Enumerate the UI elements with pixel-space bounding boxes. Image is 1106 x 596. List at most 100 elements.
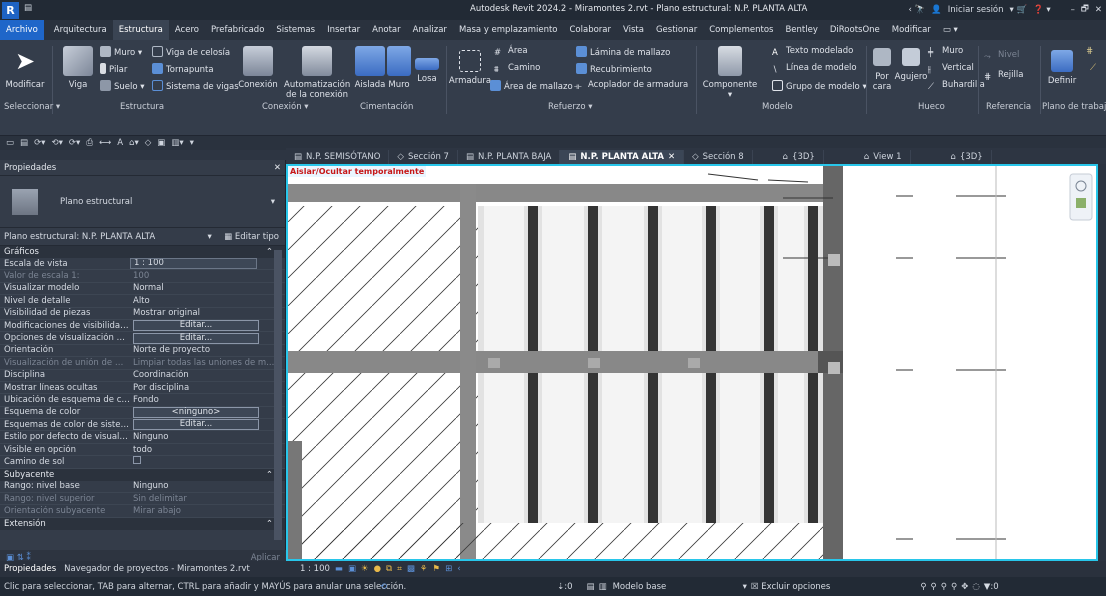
property-row[interactable]: Modificaciones de visibilidad... Editar..… [0,320,285,333]
model-selector[interactable]: Modelo base [613,582,743,592]
visual-style-icon[interactable]: ▣ [348,564,356,574]
3d-view-icon[interactable]: ⌂▾ [129,138,139,148]
main-model-icon[interactable]: ▥ [599,582,607,592]
property-value[interactable]: Normal [130,283,285,293]
property-row[interactable]: Escala de vista 1 : 100 [0,258,285,271]
open-icon[interactable]: ▭ [6,138,14,148]
properties-scrollbar[interactable] [274,250,282,540]
tab-arquitectura[interactable]: Arquitectura [48,20,113,40]
view-tab-planta-alta[interactable]: ▤ N.P. PLANTA ALTA ✕ [560,150,685,164]
shadows-icon[interactable]: ● [374,564,381,574]
viga-button[interactable]: Viga [58,46,98,90]
temporary-hide-icon[interactable]: ⚘ [420,564,428,574]
conexion-button[interactable]: Conexión [230,46,286,90]
property-value[interactable]: Ninguno [130,481,285,491]
reveal-hidden-icon[interactable]: ⚑ [433,564,441,574]
tornapunta-button[interactable]: Tornapunta [152,63,214,75]
help-icon[interactable]: ❓ ▾ [1033,5,1051,15]
muro-button[interactable]: Muro ▾ [100,46,142,58]
constraints-icon[interactable]: ‹ [457,564,460,574]
property-value[interactable]: Editar... [130,320,285,332]
sistema-vigas-button[interactable]: Sistema de vigas [152,80,239,92]
category-graficos[interactable]: Gráficos ⌃ [0,246,285,258]
background-process-icon[interactable]: ◌ [972,582,979,592]
signin-link[interactable]: Iniciar sesión [948,5,1004,15]
select-pinned-icon[interactable]: ⚲ [941,582,947,592]
close-icon[interactable]: ✕ [668,152,675,162]
instance-filter[interactable]: Plano estructural: N.P. PLANTA ALTA [4,232,155,242]
sync-icon[interactable]: ⟳▾ [34,138,45,148]
pilar-button[interactable]: Pilar [100,63,127,75]
tab-estructura[interactable]: Estructura [112,20,169,40]
text-icon[interactable]: A [117,138,123,148]
detail-level-icon[interactable]: ▬ [335,564,343,574]
measure-icon[interactable]: ⟷ [99,138,111,148]
sun-path-icon[interactable]: ☀ [361,564,369,574]
property-value[interactable]: Coordinación [130,370,285,380]
view-scale[interactable]: 1 : 100 [300,564,330,574]
losa-button[interactable]: Losa [412,46,442,84]
tab-sistemas[interactable]: Sistemas [270,20,321,40]
property-row[interactable]: Ubicación de esquema de col... Fondo [0,394,285,407]
category-subyacente[interactable]: Subyacente ⌃ [0,468,285,481]
tab-anotar[interactable]: Anotar [366,20,406,40]
view-tab-semisotano[interactable]: ▤ N.P. SEMISÓTANO [286,150,390,164]
modificar-button[interactable]: ➤ Modificar [4,46,46,90]
rejilla-button[interactable]: ⋕ Rejilla [984,70,1023,83]
buhardilla-button[interactable]: ⟋ Buhardilla [928,80,985,93]
property-row[interactable]: Orientación Norte de proyecto [0,345,285,358]
customize-icon[interactable]: ▾ [190,138,194,148]
property-value[interactable]: 1 : 100 [130,258,257,270]
property-row[interactable]: Opciones de visualización de ... Editar..… [0,332,285,345]
instance-filter-chevron-icon[interactable]: ▾ [207,232,211,242]
tab-gestionar[interactable]: Gestionar [650,20,703,40]
editable-only-icon[interactable]: ⇣ [557,582,564,592]
unlock-3d-icon[interactable]: ▩ [407,564,415,574]
group-refuerzo[interactable]: Refuerzo ▾ [548,102,593,114]
analytical-model-icon[interactable]: ⊞ [445,564,452,574]
property-value[interactable]: Ninguno [130,432,285,442]
category-extension[interactable]: Extensión ⌃ [0,517,285,530]
texto-modelado-button[interactable]: A Texto modelado [772,46,853,59]
linea-modelo-button[interactable]: ∖ Línea de modelo [772,63,857,76]
vertical-button[interactable]: ⫲ Vertical [928,63,974,76]
property-row[interactable]: Estilo por defecto de visualiz... Ninguno [0,431,285,444]
tab-colaborar[interactable]: Colaborar [564,20,618,40]
close-hidden-icon[interactable]: ▣ [157,138,165,148]
search-icon[interactable]: ‹ 🔭 [909,5,926,15]
tab-complementos[interactable]: Complementos [703,20,779,40]
property-edit-button[interactable]: Editar... [133,320,259,332]
property-row[interactable]: Rango: nivel superior Sin delimitar [0,493,285,506]
property-edit-button[interactable]: <ninguno> [133,406,259,418]
hueco-muro-button[interactable]: ╪ Muro [928,46,963,59]
drag-elements-icon[interactable]: ✥ [961,582,968,592]
suelo-button[interactable]: Suelo ▾ [100,80,145,92]
view-tab-3d-1[interactable]: ⌂ {3D} [753,150,824,164]
close-button[interactable]: ✕ [1095,5,1102,15]
revit-logo[interactable]: R [2,2,19,19]
property-value[interactable]: Alto [130,296,285,306]
select-by-face-icon[interactable]: ⚲ [951,582,957,592]
view-tab-3d-2[interactable]: ⌂ {3D} [911,150,992,164]
select-links-icon[interactable]: ⚲ [920,582,926,592]
group-conexion[interactable]: Conexión ▾ [262,102,309,114]
group-seleccionar[interactable]: Seleccionar ▾ [4,102,60,114]
tab-vista[interactable]: Vista [617,20,650,40]
section-icon[interactable]: ◇ [145,138,152,148]
viga-celosia-button[interactable]: Viga de celosía [152,46,230,58]
ref-plane-icon[interactable]: ⟋ [1090,63,1096,73]
view-tab-planta-baja[interactable]: ▤ N.P. PLANTA BAJA [458,150,561,164]
agujero-button[interactable]: Agujero [894,46,928,82]
muro-cimentacion-button[interactable]: Muro [384,46,414,90]
property-row[interactable]: Visualizar modelo Normal [0,283,285,296]
recubrimiento-button[interactable]: Recubrimiento [576,63,652,75]
drawing-canvas[interactable]: Aislar/Ocultar temporalmente [286,164,1098,561]
camino-button[interactable]: ⩩ Camino [494,63,540,76]
property-value[interactable]: Mostrar original [130,308,285,318]
property-value[interactable]: Fondo [130,395,285,405]
crop-region-icon[interactable]: ⌗ [397,564,402,574]
type-selector[interactable]: Plano estructural ▾ [0,176,285,228]
view-tab-view1[interactable]: ⌂ View 1 [824,150,911,164]
property-row[interactable]: Visualización de unión de mu... Limpiar t… [0,357,285,370]
armadura-button[interactable]: Armadura [448,46,492,86]
